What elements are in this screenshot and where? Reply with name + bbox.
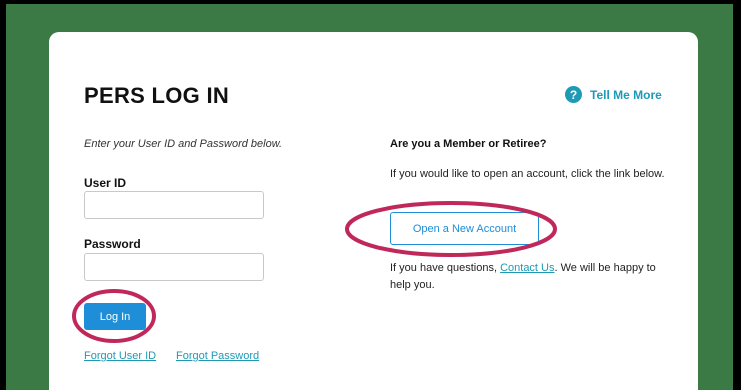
user-id-field[interactable] [84, 191, 264, 219]
open-account-text: If you would like to open an account, cl… [390, 168, 665, 180]
questions-prefix: If you have questions, [390, 262, 501, 274]
password-label: Password [84, 237, 141, 251]
user-id-label: User ID [84, 176, 127, 190]
forgot-user-id-link[interactable]: Forgot User ID [84, 350, 156, 362]
page-title: PERS LOG IN [84, 83, 230, 108]
login-instructions: Enter your User ID and Password below. [84, 138, 283, 150]
password-field[interactable] [84, 253, 264, 281]
contact-us-link[interactable]: Contact Us [500, 262, 554, 274]
tell-me-more-link[interactable]: ? Tell Me More [565, 86, 662, 103]
open-account-button[interactable]: Open a New Account [390, 212, 539, 245]
member-heading: Are you a Member or Retiree? [390, 138, 547, 150]
svg-text:?: ? [570, 88, 577, 102]
tell-me-more-label: Tell Me More [590, 87, 662, 102]
help-circle-icon: ? [565, 86, 582, 103]
questions-text: If you have questions, Contact Us. We wi… [390, 260, 660, 294]
forgot-password-link[interactable]: Forgot Password [176, 350, 259, 362]
login-button[interactable]: Log In [84, 303, 146, 330]
